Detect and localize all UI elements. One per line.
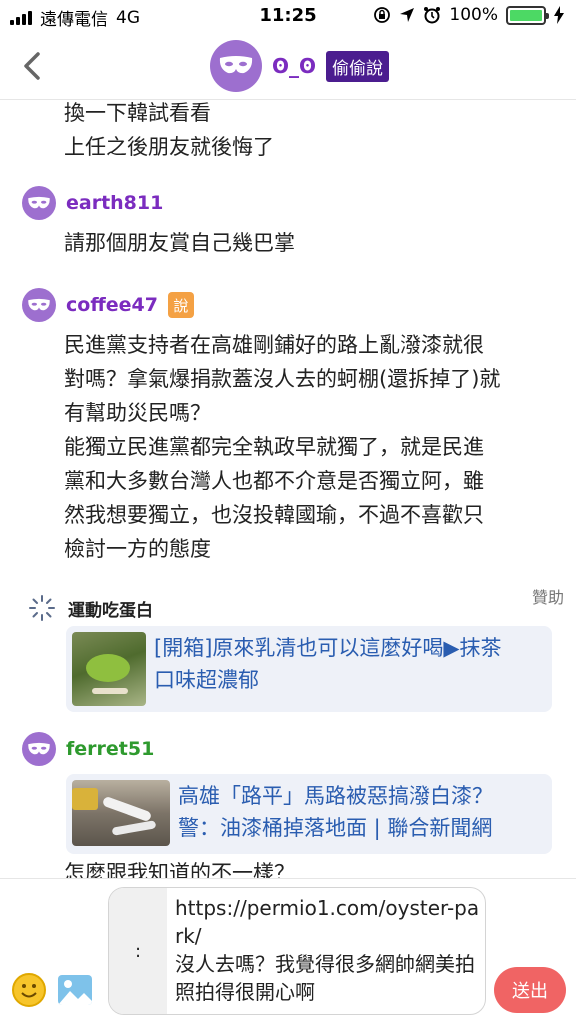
- message-line: 黨和大多數台灣人也都不介意是否獨立阿，雖: [64, 469, 484, 493]
- sponsor-card-title: [開箱]原來乳清也可以這麼好喝▶抹茶 口味超濃郁: [154, 632, 502, 706]
- link-thumbnail: [72, 780, 170, 846]
- message-username[interactable]: coffee47: [66, 294, 158, 316]
- sponsor-name[interactable]: 運動吃蛋白: [68, 596, 153, 621]
- message-line: 上任之後朋友就後悔了: [64, 135, 274, 159]
- mask-icon: [219, 56, 253, 74]
- card-line: 高雄「路平」馬路被惡搞潑白漆？: [178, 784, 493, 808]
- message-username[interactable]: ferret51: [66, 738, 154, 760]
- message-input[interactable]: : https://permio1.com/oyster-park/ 沒人去嗎？…: [108, 887, 486, 1015]
- user-avatar[interactable]: [22, 288, 56, 322]
- message-line: 對嗎？拿氣爆捐款蓋沒人去的蚵棚(還拆掉了)就: [64, 367, 501, 391]
- sponsor-thumbnail: [72, 632, 146, 706]
- charging-icon: [554, 6, 564, 24]
- message-line: 請那個朋友賞自己幾巴掌: [64, 231, 295, 255]
- card-line: 口味超濃郁: [154, 668, 259, 692]
- emoji-button[interactable]: [12, 973, 46, 1007]
- message-line: 民進黨支持者在高雄剛鋪好的路上亂潑漆就很: [64, 333, 484, 357]
- header-username[interactable]: ʘ_ʘ: [272, 54, 316, 78]
- message-body: 民進黨支持者在高雄剛鋪好的路上亂潑漆就很 對嗎？拿氣爆捐款蓋沒人去的蚵棚(還拆掉…: [64, 328, 554, 566]
- image-icon: [58, 980, 92, 1005]
- alarm-icon: [424, 7, 441, 24]
- message-line: 能獨立民進黨都完全執政早就獨了，就是民進: [64, 435, 484, 459]
- message-header: ferret51: [22, 732, 154, 766]
- message-list[interactable]: 換一下韓試看看 上任之後朋友就後悔了 earth811 請那個朋友賞自己幾巴掌 …: [0, 100, 576, 878]
- link-title: 高雄「路平」馬路被惡搞潑白漆？ 警：油漆桶掉落地面 | 聯合新聞網: [178, 780, 493, 848]
- card-line: 警：油漆桶掉落地面 | 聯合新聞網: [178, 816, 493, 840]
- input-prefix: :: [109, 888, 167, 1014]
- message-header: coffee47 說: [22, 288, 194, 322]
- sponsor-header: 運動吃蛋白: [28, 594, 153, 622]
- link-preview-card[interactable]: 高雄「路平」馬路被惡搞潑白漆？ 警：油漆桶掉落地面 | 聯合新聞網: [66, 774, 552, 854]
- chat-header: ʘ_ʘ 偷偷說: [0, 32, 576, 100]
- message-badge: 說: [167, 292, 194, 318]
- message-line: 然我想要獨立，也沒投韓國瑜，不過不喜歡只: [64, 503, 484, 527]
- status-bar: 遠傳電信 4G 11:25 100%: [0, 0, 576, 32]
- message-body: 請那個朋友賞自己幾巴掌: [64, 226, 554, 260]
- card-line: [開箱]原來乳清也可以這麼好喝▶抹茶: [154, 636, 502, 660]
- sparkle-icon: [29, 595, 55, 621]
- image-button[interactable]: [58, 975, 92, 1005]
- mask-icon: [28, 196, 50, 208]
- message-header: earth811: [22, 186, 163, 220]
- message-body: 怎麼跟我知道的不一樣？: [64, 856, 554, 878]
- send-button[interactable]: 送出: [494, 967, 566, 1013]
- sponsor-label: 贊助: [531, 588, 564, 607]
- orientation-lock-icon: [374, 7, 391, 23]
- smiley-icon: [21, 984, 37, 998]
- back-chevron-icon[interactable]: [18, 46, 48, 86]
- battery-level: [510, 9, 542, 21]
- message-input-text[interactable]: https://permio1.com/oyster-park/ 沒人去嗎？我覺…: [175, 894, 481, 1006]
- message-body: 換一下韓試看看 上任之後朋友就後悔了: [64, 100, 554, 164]
- battery-percent: 100%: [449, 5, 498, 25]
- message-line: 有幫助災民嗎？: [64, 401, 211, 425]
- sponsor-card[interactable]: [開箱]原來乳清也可以這麼好喝▶抹茶 口味超濃郁: [66, 626, 552, 712]
- user-avatar[interactable]: [22, 732, 56, 766]
- message-username[interactable]: earth811: [66, 192, 163, 214]
- mask-icon: [28, 742, 50, 754]
- composer-bar: : https://permio1.com/oyster-park/ 沒人去嗎？…: [0, 878, 576, 1024]
- user-avatar[interactable]: [22, 186, 56, 220]
- message-line: 換一下韓試看看: [64, 101, 211, 125]
- mask-icon: [28, 298, 50, 310]
- message-line: 檢討一方的態度: [64, 537, 211, 561]
- battery-icon: [506, 5, 549, 25]
- header-avatar[interactable]: [210, 40, 262, 92]
- location-icon: [400, 8, 415, 22]
- header-badge: 偷偷說: [326, 50, 390, 82]
- message-line: 怎麼跟我知道的不一樣？: [64, 861, 295, 878]
